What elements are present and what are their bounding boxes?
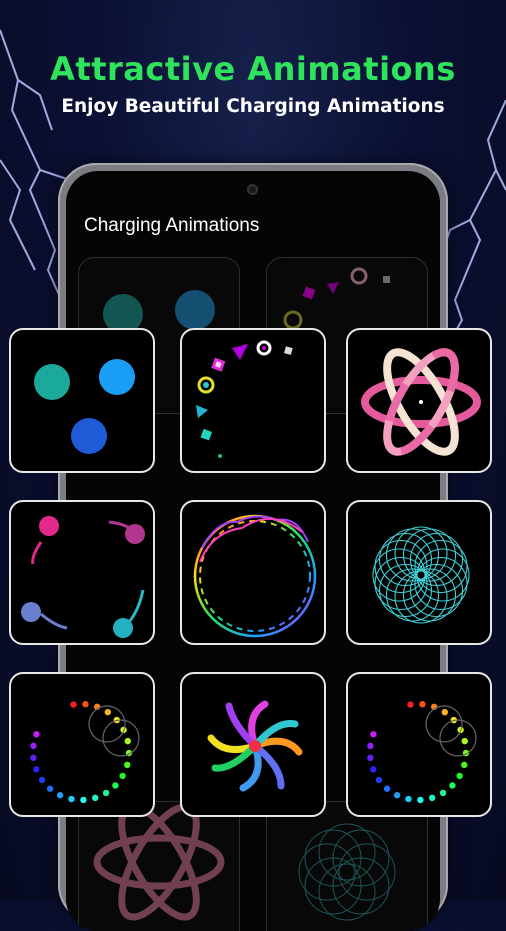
ring-dot [461, 761, 468, 769]
ring-outline [102, 719, 140, 757]
ring-dot [46, 785, 54, 792]
ring-dot [82, 701, 89, 708]
ring-dot [417, 796, 424, 804]
animation-card-shapes-circle[interactable] [180, 328, 326, 473]
ring-dot [419, 701, 426, 708]
ring-dot [30, 742, 37, 750]
ring-dot [375, 776, 383, 784]
headline: Attractive Animations [50, 50, 456, 88]
ring-dot [367, 742, 374, 750]
animation-card-three-dots[interactable] [9, 328, 155, 473]
atom-icon [361, 348, 481, 456]
rainbow-wave-ring-icon [193, 514, 317, 638]
ring-dot [449, 782, 456, 789]
animation-card-swirl-pinwheel[interactable] [180, 672, 326, 817]
ring-dot [367, 754, 374, 762]
ring-dot [56, 792, 64, 799]
animation-card-rainbow-wave-ring[interactable] [180, 500, 326, 645]
ring-dot [119, 772, 126, 780]
spirograph-icon [372, 526, 470, 624]
animation-card-atom[interactable] [346, 328, 492, 473]
ring-dot [38, 776, 46, 784]
ring-dot [33, 731, 40, 738]
ring-dot [370, 766, 377, 773]
ring-dot [80, 796, 87, 804]
ring-dot [441, 708, 449, 716]
bg-spiro-icon [298, 823, 396, 921]
ring-dot [124, 761, 131, 769]
animation-card-comet-dots[interactable] [9, 500, 155, 645]
ring-dot [33, 766, 40, 773]
rainbow-dots-ring-2-icon [367, 701, 477, 804]
ring-dot [124, 737, 131, 745]
three-dots-icon [34, 359, 135, 454]
ring-outline [439, 719, 477, 757]
subtitle: Enjoy Beautiful Charging Animations [61, 96, 445, 117]
animation-card-spirograph[interactable] [346, 500, 492, 645]
ring-dot [68, 795, 75, 803]
ring-dot [112, 782, 119, 789]
ring-dot [456, 772, 463, 780]
ring-dot [461, 737, 468, 745]
bg-atom-icon [93, 803, 225, 921]
ring-dot [405, 795, 412, 803]
bg-card-atom [78, 801, 240, 931]
lightning-right-icon [440, 100, 506, 350]
ring-dot [393, 792, 401, 799]
ring-dot [30, 754, 37, 762]
ring-dot [370, 731, 377, 738]
ring-dot [439, 789, 447, 797]
animation-card-rainbow-dots-ring[interactable] [9, 672, 155, 817]
ring-dot [91, 794, 99, 802]
ring-dot [70, 701, 77, 708]
camera-icon [247, 184, 258, 195]
ring-dot [102, 789, 110, 797]
comet-dots-icon [21, 516, 145, 638]
animation-card-rainbow-dots-ring-2[interactable] [346, 672, 492, 817]
shapes-circle-icon [196, 340, 293, 458]
swirl-pinwheel-icon [207, 700, 303, 792]
rainbow-dots-ring-icon [30, 701, 140, 804]
ring-dot [104, 708, 112, 716]
ring-dot [407, 701, 414, 708]
screen-title: Charging Animations [84, 215, 260, 236]
ring-dot [383, 785, 391, 792]
bg-card-spiro [266, 801, 428, 931]
ring-dot [428, 794, 436, 802]
